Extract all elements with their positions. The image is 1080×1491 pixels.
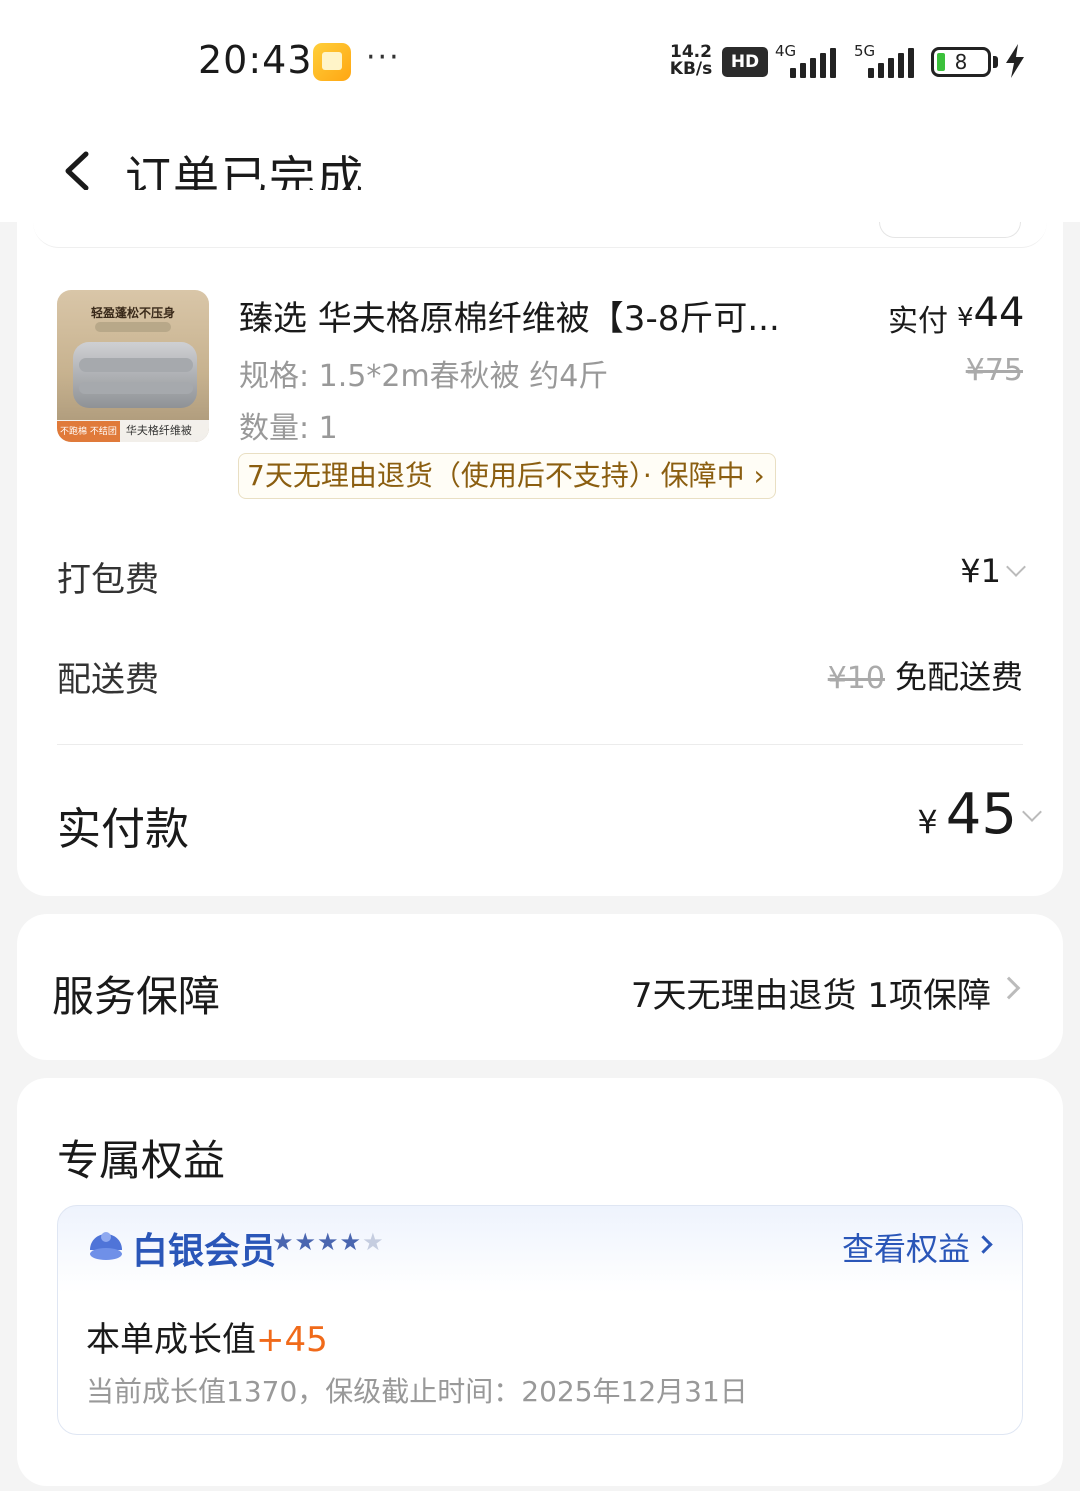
paid-amount: ¥44	[957, 290, 1024, 336]
delivery-fee-value: 免配送费	[894, 658, 1023, 696]
total-currency: ¥	[917, 803, 938, 841]
packing-fee-label: 打包费	[57, 560, 159, 600]
network-speed-unit: KB/s	[669, 59, 713, 79]
charging-icon	[1006, 44, 1024, 78]
chevron-down-icon	[1022, 802, 1042, 822]
chevron-right-icon	[997, 976, 1021, 1000]
growth-label: 本单成长值	[86, 1320, 256, 1360]
packing-fee-row[interactable]: 打包费 ¥1	[57, 552, 1026, 602]
product-quantity: 数量: 1	[239, 411, 338, 446]
divider	[57, 744, 1023, 745]
chevron-right-icon[interactable]	[974, 1235, 993, 1254]
total-paid-label: 实付款	[57, 804, 189, 855]
hd-voice-icon: HD	[722, 47, 768, 77]
delivery-fee-original: ¥10	[827, 661, 885, 696]
exclusive-benefits-card: 专属权益 白银会员 ★★★★★ 查看权益 本单成长值+45 当前成长值1370，…	[17, 1078, 1063, 1486]
member-tier: 白银会员	[132, 1231, 277, 1272]
membership-panel: 白银会员 ★★★★★ 查看权益 本单成长值+45 当前成长值1370，保级截止时…	[57, 1205, 1023, 1435]
member-crown-icon	[90, 1232, 122, 1260]
original-price: ¥75	[965, 353, 1023, 388]
service-guarantee-card[interactable]: 服务保障 7天无理由退货 1项保障	[17, 914, 1063, 1060]
battery-icon: 8	[931, 47, 991, 77]
delivery-fee-value-wrap: ¥10 免配送费	[828, 652, 1023, 698]
status-time: 20:43	[198, 38, 313, 82]
packing-fee-value-wrap: ¥1	[960, 552, 1026, 590]
total-paid-value[interactable]: ¥45	[917, 782, 1042, 847]
return-policy-badge[interactable]: 7天无理由退货（使用后不支持）· 保障中 ›	[238, 453, 776, 499]
packing-fee-value: ¥1	[960, 552, 1001, 590]
delivery-fee-label: 配送费	[57, 660, 159, 700]
network-speed: 14.2 KB/s	[666, 44, 716, 78]
paid-currency: ¥	[957, 303, 974, 333]
signal-4g-icon	[790, 48, 840, 78]
product-spec: 规格: 1.5*2m春秋被 约4斤	[239, 359, 609, 394]
product-image[interactable]: 轻盈蓬松不压身 不跑棉 不结团 华夫格纤维被	[57, 290, 209, 442]
product-image-tag: 不跑棉 不结团	[57, 421, 120, 442]
product-image-footer: 不跑棉 不结团 华夫格纤维被	[57, 420, 209, 442]
notes-app-icon	[313, 43, 351, 81]
delivery-fee-row: 配送费 ¥10 免配送费	[57, 652, 1023, 702]
order-growth-value: 本单成长值+45	[86, 1312, 328, 1361]
status-bar: 20:43 ··· 14.2 KB/s HD 4G 5G 8	[0, 0, 1080, 118]
back-arrow-icon[interactable]	[58, 148, 98, 194]
product-image-caption: 华夫格纤维被	[125, 424, 192, 437]
battery-level: 8	[954, 50, 968, 74]
order-card-top-edge	[17, 222, 1063, 252]
service-guarantee-value: 7天无理由退货 1项保障	[630, 976, 991, 1016]
member-stars-filled: ★★★★	[272, 1228, 363, 1256]
signal-5g-icon	[868, 48, 918, 78]
member-stars-empty: ★	[362, 1228, 385, 1256]
paid-label: 实付	[888, 304, 948, 339]
product-image-headline: 轻盈蓬松不压身	[90, 306, 175, 320]
total-amount: 45	[945, 782, 1017, 847]
chevron-down-icon	[1006, 557, 1026, 577]
benefits-title: 专属权益	[57, 1136, 226, 1185]
growth-note: 当前成长值1370，保级截止时间：2025年12月31日	[86, 1375, 748, 1408]
member-stars: ★★★★★	[272, 1228, 385, 1256]
paid-amount-value: 44	[973, 290, 1025, 336]
product-name[interactable]: 臻选 华夫格原棉纤维被【3-8斤可...	[239, 291, 849, 340]
service-guarantee-label: 服务保障	[52, 972, 221, 1021]
view-benefits-link[interactable]: 查看权益	[842, 1224, 970, 1270]
growth-value: +45	[256, 1320, 328, 1360]
more-notifications-icon: ···	[366, 40, 401, 75]
